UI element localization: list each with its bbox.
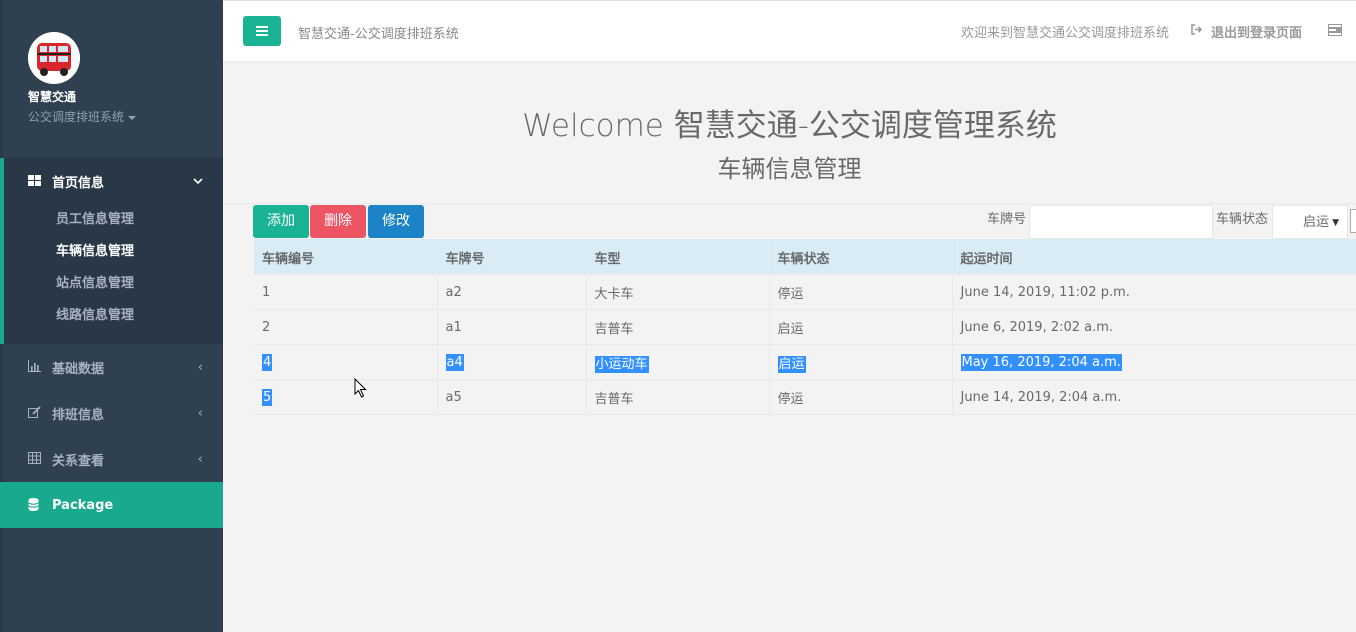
- table-header-row: 车辆编号 车牌号 车型 车辆状态 起运时间: [254, 239, 1356, 275]
- nav-item-package[interactable]: Package: [0, 482, 223, 528]
- selected-text: a4: [445, 353, 464, 371]
- top-right: 欢迎来到智慧交通公交调度排班系统 退出到登录页面: [961, 22, 1356, 41]
- cell-vehicle-id: 2: [254, 309, 437, 345]
- side-nav: 首页信息 员工信息管理 车辆信息管理 站点信息管理 线路信息管理 基础数据 ‹: [0, 158, 223, 528]
- nav-item-relations[interactable]: 关系查看 ‹: [3, 436, 223, 482]
- selected-text: May 16, 2019, 2:04 a.m.: [960, 353, 1122, 371]
- hero-header: Welcome 智慧交通-公交调度管理系统 车辆信息管理: [223, 62, 1356, 204]
- nav-basic-data-label: 基础数据: [52, 361, 105, 377]
- selected-text: 5: [262, 388, 273, 406]
- app-subtitle: 公交调度排班系统: [28, 110, 125, 124]
- col-header-plate[interactable]: 车牌号: [436, 239, 586, 275]
- caret-down-icon: ▼: [1332, 218, 1339, 228]
- sidebar-item-station[interactable]: 站点信息管理: [4, 268, 223, 300]
- cell-status: 停运: [768, 274, 952, 310]
- welcome-message: 欢迎来到智慧交通公交调度排班系统: [960, 26, 1169, 41]
- col-header-status[interactable]: 车辆状态: [768, 239, 952, 275]
- cell-type: 吉普车: [585, 379, 769, 415]
- cell-vehicle-id: 1: [254, 274, 437, 310]
- cell-type: 吉普车: [585, 309, 769, 345]
- cell-type: 大卡车: [585, 274, 769, 310]
- cell-plate: a2: [436, 274, 586, 310]
- page-title: Welcome 智慧交通-公交调度管理系统: [522, 108, 1057, 144]
- top-title: 智慧交通-公交调度排班系统: [298, 27, 459, 42]
- cell-start-time: June 14, 2019, 2:04 a.m.: [951, 379, 1356, 415]
- cell-status: 停运: [768, 379, 952, 415]
- tasks-icon[interactable]: [1328, 23, 1342, 40]
- nav-submenu: 员工信息管理 车辆信息管理 站点信息管理 线路信息管理: [4, 204, 223, 344]
- app-name: 智慧交通: [28, 90, 77, 104]
- selected-text: 小运动车: [594, 355, 649, 373]
- delete-button[interactable]: 删除: [310, 205, 366, 238]
- status-filter-value: 启运: [1303, 215, 1330, 230]
- mouse-cursor-icon: [354, 378, 367, 398]
- nav-schedule-label: 排班信息: [52, 407, 105, 423]
- chevron-down-icon: [193, 174, 203, 189]
- col-header-type[interactable]: 车型: [585, 239, 769, 275]
- selected-text: 4: [262, 353, 273, 371]
- cell-status: 启运: [768, 344, 952, 380]
- sidebar-item-route[interactable]: 线路信息管理: [4, 300, 223, 332]
- sign-out-icon: [1191, 24, 1203, 39]
- page-subtitle: 车辆信息管理: [717, 155, 862, 183]
- status-filter-label: 车辆状态: [1216, 212, 1269, 227]
- table-row[interactable]: 5 a5 吉普车 停运 June 14, 2019, 2:04 a.m.: [254, 379, 1356, 415]
- cell-start-time: June 6, 2019, 2:02 a.m.: [951, 309, 1356, 345]
- nav-relations-label: 关系查看: [52, 453, 105, 469]
- menu-toggle-button[interactable]: [243, 16, 281, 46]
- logout-label: 退出到登录页面: [1210, 26, 1302, 41]
- table-toolbar: 添加 删除 修改 车牌号 车辆状态 启运 ▼: [253, 205, 1356, 239]
- chevron-left-icon: ‹: [197, 359, 203, 375]
- app-subtitle-dropdown[interactable]: 公交调度排班系统: [28, 108, 223, 125]
- bar-chart-icon: [28, 360, 42, 374]
- cell-plate: a4: [436, 344, 586, 380]
- sidebar-item-employee[interactable]: 员工信息管理: [4, 204, 223, 236]
- nav-home-label: 首页信息: [52, 175, 105, 191]
- status-filter-select[interactable]: 启运 ▼: [1272, 205, 1348, 239]
- chevron-left-icon: ‹: [197, 405, 203, 421]
- chevron-left-icon: ‹: [197, 451, 203, 467]
- hamburger-icon: [256, 26, 268, 36]
- cell-vehicle-id: 5: [254, 379, 437, 415]
- bus-avatar[interactable]: [28, 32, 80, 84]
- plate-filter-label: 车牌号: [987, 212, 1027, 227]
- edit-button[interactable]: 修改: [368, 205, 424, 238]
- col-header-start-time[interactable]: 起运时间: [951, 239, 1356, 275]
- search-button-edge[interactable]: [1350, 209, 1356, 233]
- vehicle-table: 车辆编号 车牌号 车型 车辆状态 起运时间 1 a2 大卡车 停运 June 1…: [254, 239, 1356, 415]
- col-header-vehicle-id[interactable]: 车辆编号: [254, 239, 437, 275]
- cell-plate: a5: [436, 379, 586, 415]
- sidebar-item-vehicle[interactable]: 车辆信息管理: [4, 236, 223, 268]
- cell-vehicle-id: 4: [254, 344, 437, 380]
- top-navbar: 智慧交通-公交调度排班系统 欢迎来到智慧交通公交调度排班系统 退出到登录页面: [223, 0, 1356, 62]
- nav-item-basic-data[interactable]: 基础数据 ‹: [3, 344, 223, 390]
- logout-link[interactable]: 退出到登录页面: [1191, 22, 1302, 41]
- table-row[interactable]: 4 a4 小运动车 启运 May 16, 2019, 2:04 a.m.: [254, 344, 1356, 380]
- main-content: Welcome 智慧交通-公交调度管理系统 车辆信息管理 添加 删除 修改 车牌…: [223, 62, 1356, 632]
- dashboard-icon: [28, 174, 42, 188]
- cell-start-time: May 16, 2019, 2:04 a.m.: [951, 344, 1356, 380]
- cell-plate: a1: [436, 309, 586, 345]
- caret-down-icon: [128, 115, 137, 120]
- nav-group-home: 首页信息 员工信息管理 车辆信息管理 站点信息管理 线路信息管理: [0, 158, 223, 344]
- cell-status: 启运: [768, 309, 952, 345]
- table-row[interactable]: 2 a1 吉普车 启运 June 6, 2019, 2:02 a.m.: [254, 309, 1356, 345]
- nav-package-label: Package: [52, 497, 114, 513]
- plate-filter-input[interactable]: [1029, 205, 1213, 239]
- nav-item-home[interactable]: 首页信息: [4, 158, 223, 204]
- nav-item-schedule[interactable]: 排班信息 ‹: [3, 390, 223, 436]
- cell-start-time: June 14, 2019, 11:02 p.m.: [951, 274, 1356, 310]
- add-button[interactable]: 添加: [253, 205, 309, 238]
- sidebar: 智慧交通 公交调度排班系统 首页信息 员工信息管理 车辆信息管理 站点信息管理 …: [0, 0, 223, 632]
- table-icon: [28, 452, 42, 466]
- edit-icon: [28, 406, 42, 420]
- cell-type: 小运动车: [585, 344, 769, 380]
- selected-text: 启运: [777, 355, 806, 373]
- database-icon: [28, 498, 42, 512]
- profile: 智慧交通 公交调度排班系统: [3, 0, 223, 140]
- table-row[interactable]: 1 a2 大卡车 停运 June 14, 2019, 11:02 p.m.: [254, 274, 1356, 310]
